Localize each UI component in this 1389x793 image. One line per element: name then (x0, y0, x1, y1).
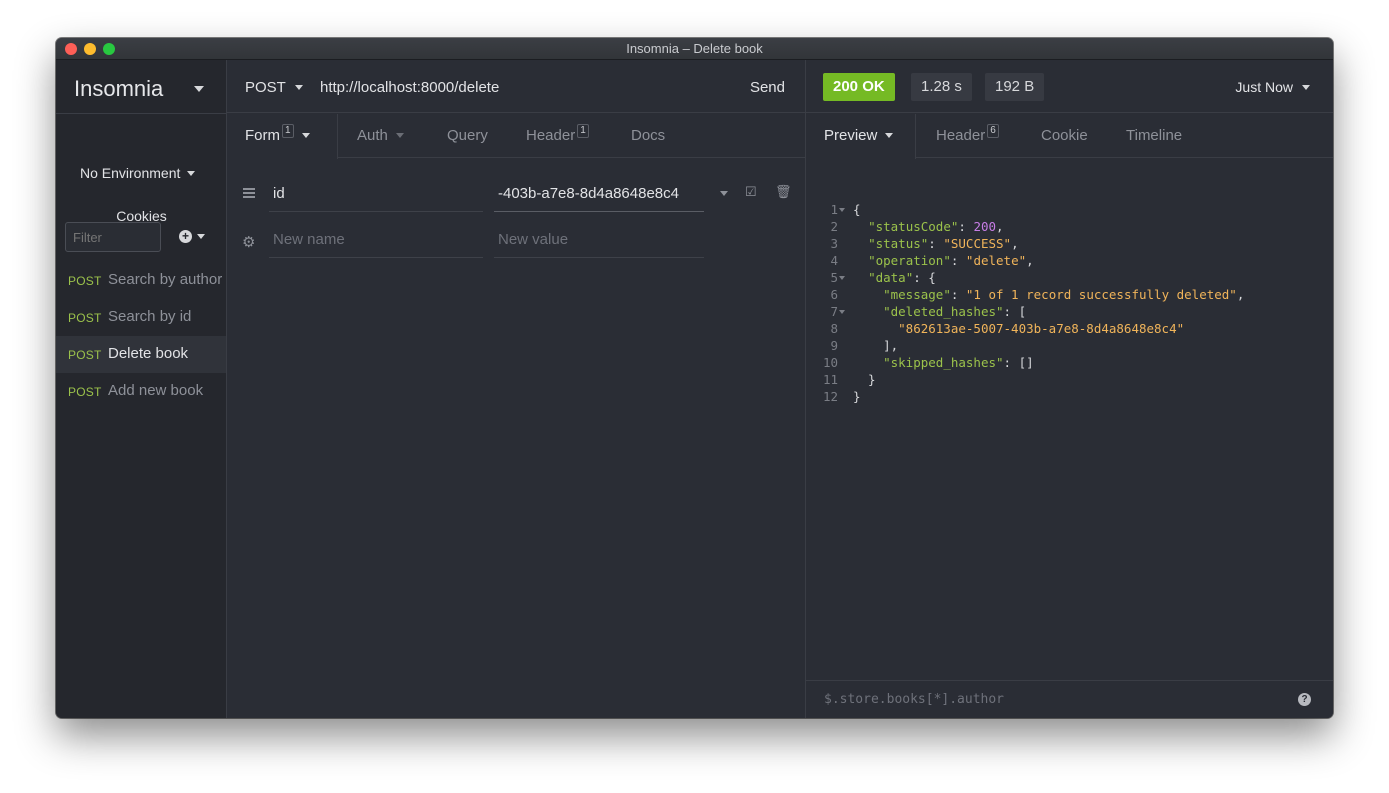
chevron-down-icon (187, 171, 195, 176)
request-method: POST (68, 311, 102, 325)
response-size-badge: 192 B (985, 73, 1045, 101)
sidebar-request-item[interactable]: POST Add new book (56, 373, 226, 410)
tab-badge: 1 (282, 124, 294, 138)
app-window: Insomnia – Delete book Insomnia No Envir… (56, 38, 1333, 718)
request-name: Delete book (108, 345, 189, 362)
chevron-down-icon (885, 133, 894, 138)
tab-label: Auth (357, 127, 388, 144)
code-line: 8 "862613ae-5007-403b-a7e8-8d4a8648e8c4" (830, 321, 1185, 336)
tab-form[interactable]: Form 1 (227, 114, 338, 159)
tab-header[interactable]: Header 1 (526, 114, 589, 158)
fold-icon (839, 276, 845, 280)
tab-timeline[interactable]: Timeline (1126, 114, 1182, 158)
divider (56, 113, 226, 114)
tab-cookie[interactable]: Cookie (1041, 114, 1088, 158)
status-badge: 200 OK (823, 73, 895, 101)
request-name: Search by author (108, 271, 223, 288)
plus-circle-icon[interactable]: + (179, 230, 192, 243)
sidebar-filter-input[interactable] (65, 222, 161, 252)
history-dropdown[interactable]: Just Now (1235, 79, 1293, 95)
brand-title: Insomnia (74, 76, 164, 101)
jsonpath-filter-input[interactable]: $.store.books[*].author (824, 692, 1004, 707)
url-bar: POST http://localhost:8000/delete Send (227, 60, 805, 113)
tab-query[interactable]: Query (447, 114, 488, 158)
checkbox-icon[interactable]: ☑ (745, 184, 757, 200)
tab-auth[interactable]: Auth (357, 114, 404, 158)
code-line: 4 "operation": "delete", (830, 253, 1034, 268)
response-time-badge: 1.28 s (911, 73, 972, 101)
tab-label: Header (526, 127, 576, 144)
form-name-input[interactable]: id (269, 176, 483, 212)
code-line: 2 "statusCode": 200, (830, 219, 1004, 234)
request-pane: POST http://localhost:8000/delete Send F… (227, 60, 805, 718)
request-name: Add new book (108, 382, 204, 399)
request-tabs: Form 1 Auth Query Header 1 Docs (227, 114, 805, 159)
chevron-down-icon (301, 133, 310, 138)
chevron-down-icon (194, 86, 204, 92)
environment-label: No Environment (80, 165, 181, 181)
form-row: id -403b-a7e8-8d4a8648e8c4 ☑ 🗑 (227, 176, 805, 222)
new-name-input[interactable]: New name (269, 222, 483, 258)
sidebar-request-item[interactable]: POST Search by id (56, 299, 226, 336)
drag-handle-icon[interactable] (243, 188, 255, 200)
chevron-down-icon[interactable] (1302, 85, 1310, 90)
response-body[interactable]: 1{ 2 "statusCode": 200, 3 "status": "SUC… (806, 201, 1333, 405)
code-line: 9 ], (830, 338, 899, 353)
trash-icon[interactable]: 🗑 (775, 184, 792, 200)
code-line: 6 "message": "1 of 1 record successfully… (830, 287, 1245, 302)
sidebar-request-item[interactable]: POST Search by author (56, 262, 226, 299)
tab-label: Query (447, 127, 488, 144)
code-line: 11 } (822, 372, 876, 387)
url-input[interactable]: http://localhost:8000/delete (320, 79, 499, 96)
method-dropdown[interactable]: POST (245, 79, 286, 96)
zoom-window-button[interactable] (103, 43, 115, 55)
response-tabs: Preview Header 6 Cookie Timeline (806, 114, 1333, 159)
sidebar: Insomnia No Environment Cookies + POST S… (56, 60, 227, 718)
close-window-button[interactable] (65, 43, 77, 55)
tab-label: Docs (631, 127, 666, 144)
new-value-input[interactable]: New value (494, 222, 704, 258)
minimize-window-button[interactable] (84, 43, 96, 55)
code-line: 3 "status": "SUCCESS", (830, 236, 1019, 251)
code-line: 1{ (830, 202, 861, 217)
chevron-down-icon (395, 133, 404, 138)
tab-label: Cookie (1041, 127, 1088, 144)
tab-docs[interactable]: Docs (631, 114, 665, 158)
response-status-bar: 200 OK 1.28 s 192 B Just Now (806, 60, 1333, 113)
fold-icon (839, 208, 845, 212)
form-row-new: ⚙ New name New value (227, 222, 805, 268)
fold-icon (839, 310, 845, 314)
tab-badge: 6 (987, 124, 999, 138)
request-method: POST (68, 274, 102, 288)
send-button[interactable]: Send (750, 79, 785, 96)
chevron-down-icon[interactable] (720, 191, 728, 196)
request-name: Search by id (108, 308, 192, 325)
code-line: 10 "skipped_hashes": [] (822, 355, 1034, 370)
tab-label: Timeline (1126, 127, 1183, 144)
tab-response-header[interactable]: Header 6 (936, 114, 999, 158)
help-icon[interactable]: ? (1298, 693, 1311, 706)
sidebar-request-item-active[interactable]: POST Delete book (56, 336, 226, 373)
tab-badge: 1 (577, 124, 589, 138)
code-line: 7 "deleted_hashes": [ (830, 304, 1027, 319)
code-line: 12} (822, 389, 861, 404)
tab-label: Form (245, 127, 280, 144)
chevron-down-icon[interactable] (197, 234, 205, 239)
chevron-down-icon[interactable] (295, 85, 303, 90)
gear-icon[interactable]: ⚙ (242, 233, 255, 251)
code-line: 5 "data": { (830, 270, 936, 285)
request-method: POST (68, 348, 102, 362)
title-bar: Insomnia – Delete book (56, 38, 1333, 60)
request-method: POST (68, 385, 102, 399)
tab-label: Header (936, 127, 986, 144)
form-value-input[interactable]: -403b-a7e8-8d4a8648e8c4 (494, 176, 704, 212)
window-title: Insomnia – Delete book (626, 41, 763, 56)
tab-preview[interactable]: Preview (806, 114, 916, 159)
response-pane: 200 OK 1.28 s 192 B Just Now Preview Hea… (805, 60, 1333, 718)
response-filter-bar: $.store.books[*].author ? (806, 680, 1333, 718)
tab-label: Preview (824, 127, 878, 144)
